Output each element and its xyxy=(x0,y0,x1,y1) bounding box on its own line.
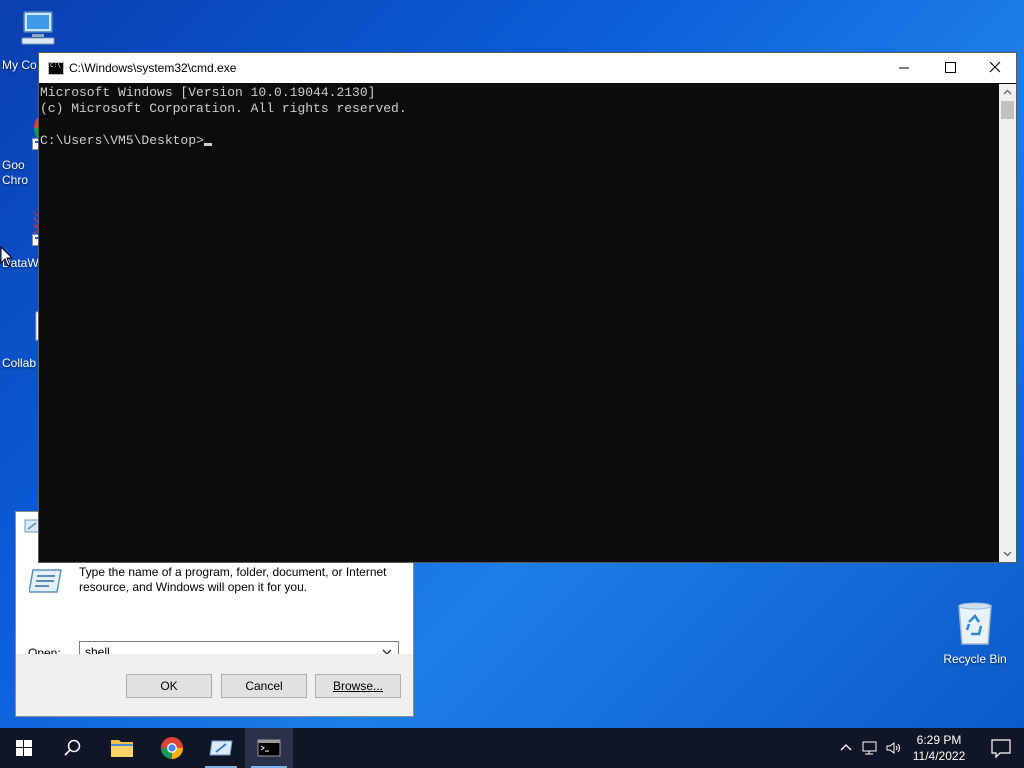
run-icon xyxy=(209,740,233,756)
console-output[interactable]: Microsoft Windows [Version 10.0.19044.21… xyxy=(39,84,1001,562)
folder-icon xyxy=(111,740,133,757)
chrome-icon xyxy=(161,737,183,759)
taskbar: 6:29 PM 11/4/2022 xyxy=(0,728,1024,768)
action-center-button[interactable] xyxy=(978,728,1024,768)
desktop: My Co Goo Chro DataW Collab Recycle Bin … xyxy=(0,0,1024,728)
console-prompt-line: C:\Users\VM5\Desktop> xyxy=(40,133,1000,149)
search-icon xyxy=(64,739,81,756)
cmd-app-icon xyxy=(48,62,64,75)
console-line: (c) Microsoft Corporation. All rights re… xyxy=(40,101,407,116)
clock-time: 6:29 PM xyxy=(916,733,962,747)
notification-icon xyxy=(991,739,1011,759)
start-button[interactable] xyxy=(0,728,48,768)
chevron-up-icon[interactable] xyxy=(836,738,856,758)
minimize-button[interactable] xyxy=(881,53,927,83)
maximize-icon xyxy=(945,62,956,73)
cancel-button[interactable]: Cancel xyxy=(221,674,307,698)
vertical-scrollbar[interactable] xyxy=(999,84,1016,562)
cmd-icon xyxy=(257,739,281,757)
taskbar-clock[interactable]: 6:29 PM 11/4/2022 xyxy=(906,732,972,764)
close-icon xyxy=(989,61,1001,73)
desktop-icon-my-computer[interactable]: My Co xyxy=(0,8,76,72)
close-button[interactable] xyxy=(972,53,1018,83)
cmd-window: C:\Windows\system32\cmd.exe Microsoft Wi… xyxy=(38,52,1017,563)
taskbar-run[interactable] xyxy=(197,728,245,768)
console-line: Microsoft Windows [Version 10.0.19044.21… xyxy=(40,85,376,100)
cmd-titlebar[interactable]: C:\Windows\system32\cmd.exe xyxy=(39,53,1016,83)
monitor-icon xyxy=(18,8,58,48)
cmd-window-title: C:\Windows\system32\cmd.exe xyxy=(69,61,237,75)
desktop-icon-label: My Co xyxy=(2,58,37,72)
desktop-icon-label: Goo Chro xyxy=(2,158,29,187)
maximize-button[interactable] xyxy=(927,53,973,83)
search-button[interactable] xyxy=(48,728,96,768)
desktop-icon-label: Recycle Bin xyxy=(943,652,1007,666)
desktop-icon-recycle-bin[interactable]: Recycle Bin xyxy=(937,600,1013,667)
volume-icon[interactable] xyxy=(884,738,904,758)
ok-button[interactable]: OK xyxy=(126,674,212,698)
scroll-up-icon[interactable] xyxy=(999,84,1016,101)
browse-button[interactable]: Browse... xyxy=(315,674,401,698)
taskbar-chrome[interactable] xyxy=(148,728,196,768)
recycle-bin-icon xyxy=(953,600,997,646)
scrollbar-thumb[interactable] xyxy=(1001,101,1014,119)
run-large-icon xyxy=(29,569,62,593)
minimize-icon xyxy=(899,67,909,69)
scroll-down-icon[interactable] xyxy=(999,545,1016,562)
run-description: Type the name of a program, folder, docu… xyxy=(79,565,387,594)
windows-logo-icon xyxy=(16,740,32,756)
network-icon[interactable] xyxy=(860,738,880,758)
mouse-pointer-icon xyxy=(0,246,14,267)
taskbar-file-explorer[interactable] xyxy=(98,728,146,768)
clock-date: 11/4/2022 xyxy=(912,749,966,763)
desktop-icon-label: Collab xyxy=(2,356,37,370)
text-cursor xyxy=(203,143,212,146)
console-prompt: C:\Users\VM5\Desktop> xyxy=(40,133,204,148)
taskbar-cmd[interactable] xyxy=(245,728,293,768)
